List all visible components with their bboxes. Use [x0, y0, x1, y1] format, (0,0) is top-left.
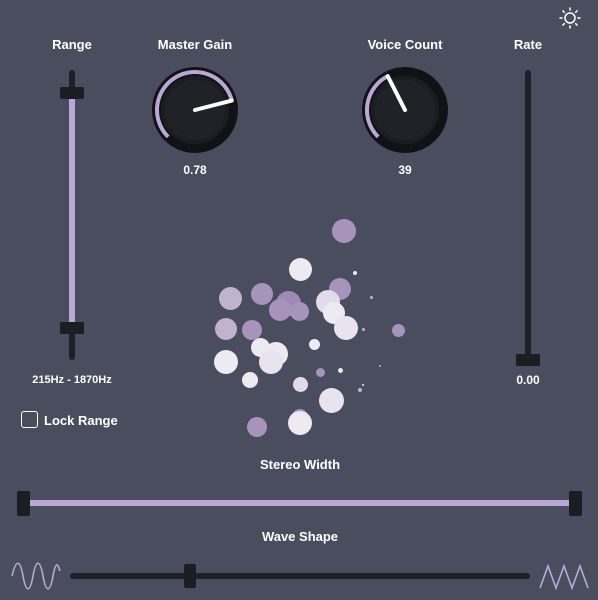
particle — [251, 283, 273, 305]
stereo-width-low-handle[interactable] — [17, 491, 30, 516]
sine-wave-icon — [10, 557, 62, 595]
particle — [242, 320, 262, 340]
range-low-handle[interactable] — [60, 322, 84, 335]
particle — [362, 384, 364, 386]
stereo-width-label: Stereo Width — [259, 457, 341, 472]
master-gain-knob[interactable] — [150, 65, 240, 155]
voice-count-label: Voice Count — [367, 37, 443, 52]
lock-range-checkbox[interactable] — [21, 411, 38, 428]
stereo-width-high-handle[interactable] — [569, 491, 582, 516]
particle — [247, 417, 267, 437]
sun-icon[interactable] — [559, 7, 581, 29]
particle — [242, 372, 258, 388]
voice-count-knob[interactable] — [360, 65, 450, 155]
range-label: Range — [52, 37, 92, 52]
rate-handle[interactable] — [516, 354, 540, 366]
particle-visualization — [200, 210, 410, 450]
particle — [358, 388, 362, 392]
particle — [269, 299, 291, 321]
range-value: 215Hz - 1870Hz — [32, 374, 112, 386]
particle — [337, 367, 343, 373]
triangle-wave-icon — [538, 560, 590, 592]
particle — [361, 327, 365, 331]
particle — [214, 350, 238, 374]
voice-count-value: 39 — [398, 163, 412, 177]
particle — [315, 367, 325, 377]
particle — [289, 301, 309, 321]
particle — [215, 318, 237, 340]
particle — [308, 338, 320, 350]
range-high-handle[interactable] — [60, 87, 84, 100]
wave-shape-track[interactable] — [70, 573, 530, 579]
particle — [218, 286, 242, 310]
particle — [288, 411, 312, 435]
particle — [391, 323, 405, 337]
particle — [288, 257, 312, 281]
particle — [318, 387, 344, 413]
particle — [334, 316, 358, 340]
wave-shape-label: Wave Shape — [261, 529, 339, 544]
rate-slider-track[interactable] — [525, 70, 531, 360]
range-slider-fill — [69, 93, 75, 329]
particle — [292, 376, 308, 392]
rate-label: Rate — [513, 37, 543, 52]
particle — [259, 350, 283, 374]
stereo-width-track[interactable] — [24, 500, 576, 506]
particle — [332, 219, 356, 243]
master-gain-value: 0.78 — [183, 163, 207, 177]
particle — [379, 365, 381, 367]
particle — [369, 295, 373, 299]
master-gain-label: Master Gain — [157, 37, 233, 52]
lock-range-label[interactable]: Lock Range — [44, 413, 118, 428]
particle — [353, 271, 357, 275]
wave-shape-handle[interactable] — [183, 564, 196, 588]
rate-value: 0.00 — [516, 373, 540, 387]
